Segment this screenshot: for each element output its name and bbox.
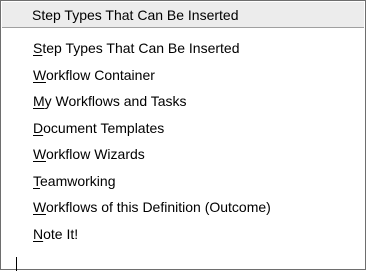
label-rest: ocument Templates <box>43 119 165 136</box>
mnemonic-letter: W <box>33 66 46 83</box>
menu-item-note-it[interactable]: Note It! <box>1 222 365 249</box>
menu-item-teamworking[interactable]: Teamworking <box>1 169 365 196</box>
menu-item-label: Note It! <box>33 225 78 243</box>
menu-item-my-workflows-and-tasks[interactable]: My Workflows and Tasks <box>1 89 365 116</box>
label-rest: ote It! <box>43 225 79 242</box>
label-rest: tep Types That Can Be Inserted <box>42 40 240 56</box>
menu-item-label: Workflows of this Definition (Outcome) <box>33 198 271 216</box>
menu-item-label: Document Templates <box>33 119 164 137</box>
step-types-menu: Step Types That Can Be Inserted Step Typ… <box>0 0 366 271</box>
label-rest: orkflow Wizards <box>45 146 145 162</box>
label-rest: orkflows of this Definition (Outcome) <box>45 199 271 215</box>
menu-item-label: My Workflows and Tasks <box>33 92 187 110</box>
mnemonic-letter: T <box>33 172 40 189</box>
mnemonic-letter: W <box>33 146 46 162</box>
mnemonic-letter: W <box>33 199 46 215</box>
mnemonic-letter: S <box>33 40 43 56</box>
menu-header: Step Types That Can Be Inserted <box>2 2 364 28</box>
menu-item-document-templates[interactable]: Document Templates <box>1 116 365 143</box>
menu-item-workflows-of-this-definition[interactable]: Workflows of this Definition (Outcome) <box>1 195 365 222</box>
menu-header-label: Step Types That Can Be Inserted <box>32 7 239 23</box>
menu-item-label: Workflow Wizards <box>33 145 145 163</box>
menu-item-step-types-that-can-be-inserted[interactable]: Step Types That Can Be Inserted <box>1 36 365 63</box>
label-rest: y Workflows and Tasks <box>44 93 187 109</box>
border-tick <box>16 257 17 271</box>
menu-item-workflow-container[interactable]: Workflow Container <box>1 63 365 90</box>
mnemonic-letter: N <box>33 225 44 242</box>
menu-list: Step Types That Can Be Inserted Workflow… <box>1 36 365 248</box>
mnemonic-letter: D <box>33 119 44 136</box>
mnemonic-letter: M <box>33 93 45 109</box>
label-rest: eamworking <box>40 172 116 189</box>
menu-item-label: Teamworking <box>33 172 115 190</box>
menu-item-label: Workflow Container <box>33 66 155 84</box>
menu-item-label: Step Types That Can Be Inserted <box>33 39 240 57</box>
label-rest: orkflow Container <box>45 66 155 83</box>
menu-item-workflow-wizards[interactable]: Workflow Wizards <box>1 142 365 169</box>
